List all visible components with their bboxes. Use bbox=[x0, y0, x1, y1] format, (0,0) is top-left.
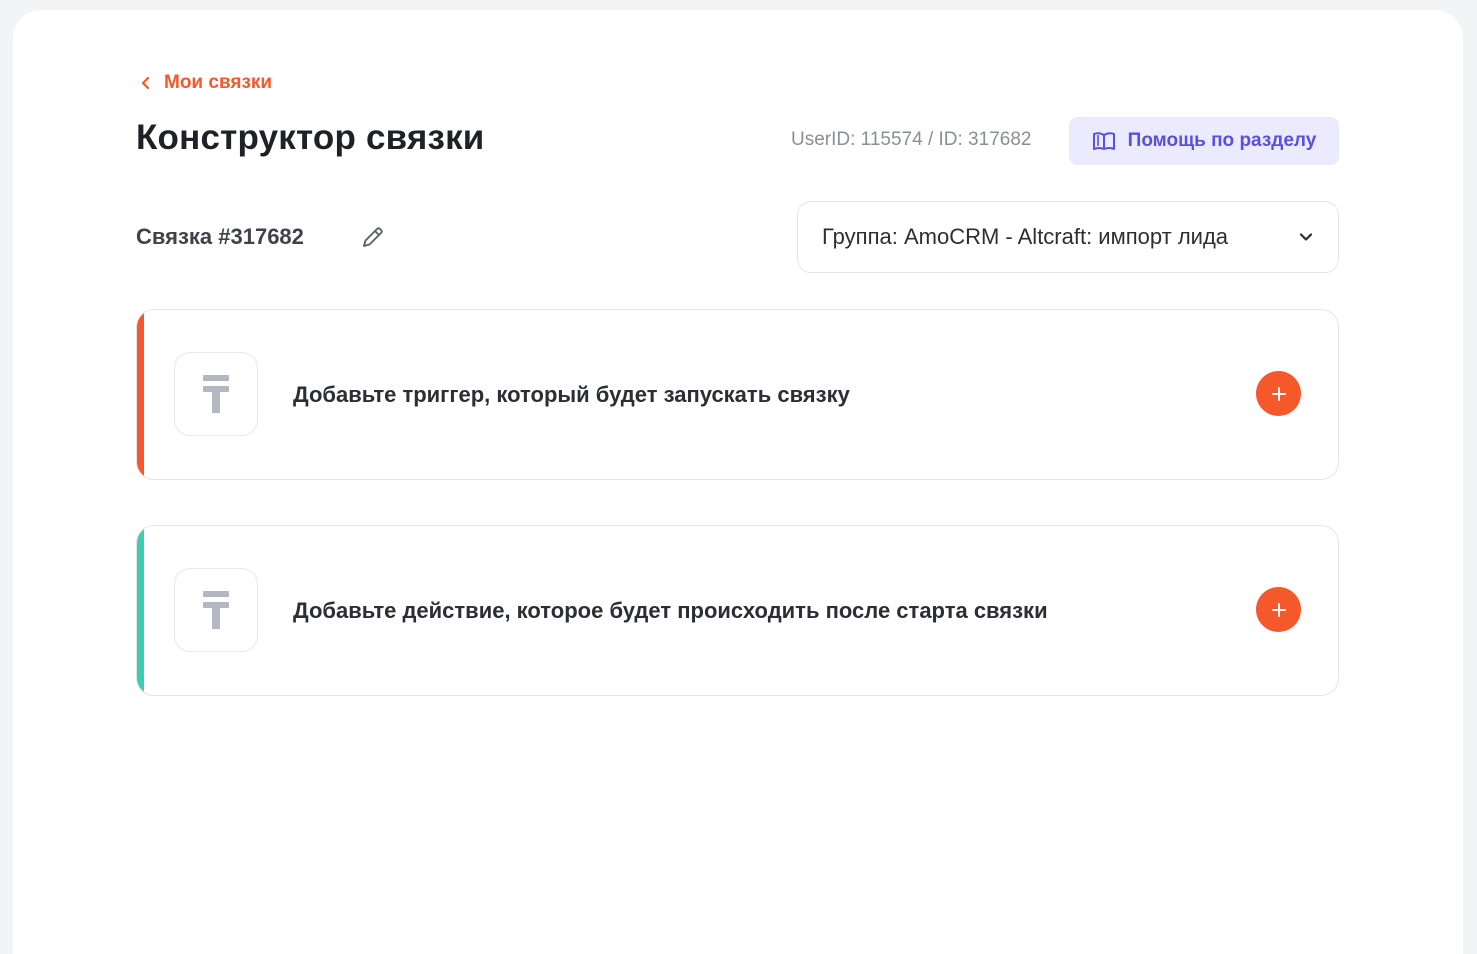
group-select[interactable]: Группа: AmoCRM - Altcraft: импорт лида bbox=[797, 201, 1339, 273]
trigger-accent-bar bbox=[137, 310, 144, 479]
trigger-step-label: Добавьте триггер, который будет запускат… bbox=[293, 381, 850, 407]
add-action-button[interactable] bbox=[1256, 587, 1301, 632]
help-button[interactable]: Помощь по разделу bbox=[1069, 117, 1339, 165]
plus-icon bbox=[1271, 386, 1286, 401]
connection-name: Связка #317682 bbox=[136, 224, 304, 249]
trigger-icon-box bbox=[174, 352, 258, 436]
plus-icon bbox=[1271, 602, 1286, 617]
book-icon bbox=[1092, 132, 1115, 150]
group-select-value: Группа: AmoCRM - Altcraft: импорт лида bbox=[822, 224, 1229, 249]
action-icon-box bbox=[174, 568, 258, 652]
back-link-label: Мои связки bbox=[164, 72, 273, 93]
help-button-label: Помощь по разделу bbox=[1127, 130, 1317, 151]
page-title: Конструктор связки bbox=[136, 118, 485, 157]
t-logo-icon bbox=[203, 375, 229, 413]
chevron-down-icon bbox=[1299, 233, 1313, 241]
action-accent-bar bbox=[137, 526, 144, 695]
chevron-left-icon bbox=[141, 76, 150, 90]
pencil-icon[interactable] bbox=[360, 224, 386, 250]
trigger-step-card[interactable]: Добавьте триггер, который будет запускат… bbox=[136, 309, 1339, 480]
action-step-card[interactable]: Добавьте действие, которое будет происхо… bbox=[136, 525, 1339, 696]
action-step-label: Добавьте действие, которое будет происхо… bbox=[293, 597, 1048, 623]
add-trigger-button[interactable] bbox=[1256, 371, 1301, 416]
back-link[interactable]: Мои связки bbox=[140, 72, 272, 94]
t-logo-icon bbox=[203, 591, 229, 629]
user-id-text: UserID: 115574 / ID: 317682 bbox=[791, 129, 1032, 150]
